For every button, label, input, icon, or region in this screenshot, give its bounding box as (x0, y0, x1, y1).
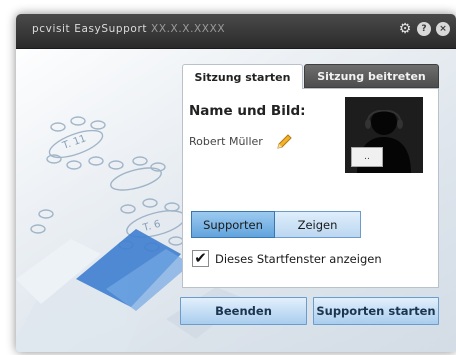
mode-show-button[interactable]: Zeigen (275, 211, 361, 238)
help-icon[interactable]: ? (417, 22, 431, 36)
title-bar[interactable]: pcvisit EasySupport XX.X.X.XXXX ⚙ ? × (16, 14, 456, 49)
tab-join-session[interactable]: Sitzung beitreten (304, 64, 439, 88)
quit-button[interactable]: Beenden (180, 297, 307, 325)
window-title: pcvisit EasySupport XX.X.X.XXXX (32, 23, 225, 35)
user-name: Robert Müller (189, 135, 263, 148)
mode-selector: Supporten Zeigen (191, 211, 361, 238)
choose-picture-button[interactable]: .. (351, 147, 383, 167)
start-support-button[interactable]: Supporten starten (313, 297, 439, 325)
tab-start-session[interactable]: Sitzung starten (182, 64, 303, 89)
window-controls: ⚙ ? × (398, 22, 450, 36)
session-dialog: Sitzung starten Sitzung beitreten Name u… (182, 64, 439, 288)
close-icon[interactable]: × (436, 22, 450, 36)
show-start-window-label: Dieses Startfenster anzeigen (215, 251, 382, 266)
app-name: pcvisit EasySupport (32, 23, 148, 35)
show-start-window-checkbox[interactable]: ✔ (192, 250, 209, 267)
avatar: .. (345, 97, 423, 173)
session-tabs: Sitzung starten Sitzung beitreten (182, 64, 439, 89)
name-and-picture-heading: Name und Bild: (189, 103, 306, 119)
easysupport-window: pcvisit EasySupport XX.X.X.XXXX ⚙ ? × T.… (16, 14, 456, 352)
start-session-panel: Name und Bild: Robert Müller .. Supporte… (182, 88, 439, 288)
show-start-window-option[interactable]: ✔ Dieses Startfenster anzeigen (192, 250, 382, 267)
mode-support-button[interactable]: Supporten (191, 211, 275, 238)
app-version: XX.X.X.XXXX (151, 23, 226, 35)
gear-icon[interactable]: ⚙ (398, 22, 412, 36)
pencil-icon[interactable] (275, 133, 293, 151)
